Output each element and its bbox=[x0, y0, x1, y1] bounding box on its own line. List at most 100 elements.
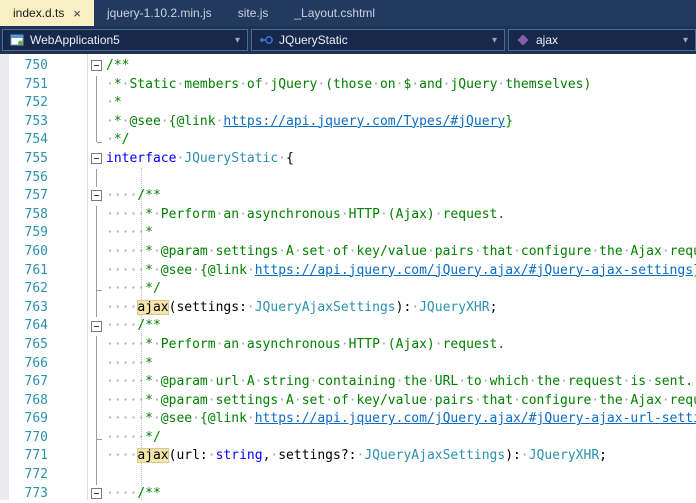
fold-guide bbox=[88, 466, 106, 485]
indicator-margin bbox=[0, 373, 9, 392]
code-text: ····/** bbox=[106, 317, 696, 336]
indicator-margin bbox=[0, 355, 9, 374]
code-text bbox=[106, 169, 696, 188]
code-line[interactable]: 760·····*·@param·settings·A·set·of·key/v… bbox=[0, 243, 696, 262]
tab--layout.cshtml[interactable]: _Layout.cshtml bbox=[281, 0, 388, 26]
selection-margin bbox=[48, 94, 88, 113]
line-number: 767 bbox=[9, 373, 48, 392]
code-text: ·*/ bbox=[106, 131, 696, 150]
indicator-margin bbox=[0, 336, 9, 355]
chevron-down-icon[interactable]: ▾ bbox=[486, 35, 497, 46]
fold-guide bbox=[88, 131, 106, 150]
code-line[interactable]: 768·····*·@param·settings·A·set·of·key/v… bbox=[0, 392, 696, 411]
fold-toggle-icon[interactable] bbox=[88, 187, 106, 206]
code-text: ·····*·Perform·an·asynchronous·HTTP·(Aja… bbox=[106, 336, 696, 355]
code-text: ·*·Static·members·of·jQuery·(those·on·$·… bbox=[106, 76, 696, 95]
code-line[interactable]: 762·····*/ bbox=[0, 280, 696, 299]
type-dropdown-value: JQueryStatic bbox=[279, 33, 348, 47]
fold-guide bbox=[88, 355, 106, 374]
fold-toggle-icon[interactable] bbox=[88, 57, 106, 76]
code-line[interactable]: 773····/** bbox=[0, 485, 696, 503]
code-text: ·····* bbox=[106, 355, 696, 374]
selection-margin bbox=[48, 150, 88, 169]
chevron-down-icon[interactable]: ▾ bbox=[229, 35, 240, 46]
chevron-down-icon[interactable]: ▾ bbox=[677, 35, 688, 46]
code-line[interactable]: 756 bbox=[0, 169, 696, 188]
indicator-margin bbox=[0, 299, 9, 318]
selection-margin bbox=[48, 447, 88, 466]
selection-margin bbox=[48, 131, 88, 150]
code-line[interactable]: 751·*·Static·members·of·jQuery·(those·on… bbox=[0, 76, 696, 95]
code-text: ····/** bbox=[106, 187, 696, 206]
code-text bbox=[106, 466, 696, 485]
tab-site.js[interactable]: site.js bbox=[225, 0, 282, 26]
code-editor[interactable]: 750 /**751·*·Static·members·of·jQuery·(th… bbox=[0, 54, 696, 500]
code-line[interactable]: 770·····*/ bbox=[0, 429, 696, 448]
code-text: ·* bbox=[106, 94, 696, 113]
code-line[interactable]: 763 ····ajax(settings:·JQueryAjaxSettings… bbox=[0, 299, 696, 318]
code-line[interactable]: 759·····* bbox=[0, 224, 696, 243]
code-line[interactable]: 764····/** bbox=[0, 317, 696, 336]
code-line[interactable]: 757····/** bbox=[0, 187, 696, 206]
code-line[interactable]: 769·····*·@see·{@link·https://api.jquery… bbox=[0, 410, 696, 429]
selection-margin bbox=[48, 373, 88, 392]
fold-guide bbox=[88, 94, 106, 113]
selection-margin bbox=[48, 280, 88, 299]
selection-margin bbox=[48, 262, 88, 281]
code-line[interactable]: 755interface·JQueryStatic·{ bbox=[0, 150, 696, 169]
code-line[interactable]: 753·*·@see·{@link·https://api.jquery.com… bbox=[0, 113, 696, 132]
selection-margin bbox=[48, 466, 88, 485]
project-icon bbox=[10, 33, 24, 47]
selection-margin bbox=[48, 206, 88, 225]
line-number: 750 bbox=[9, 57, 48, 76]
fold-guide bbox=[88, 280, 106, 299]
line-number: 756 bbox=[9, 169, 48, 188]
type-dropdown[interactable]: JQueryStatic ▾ bbox=[251, 29, 505, 51]
line-number: 766 bbox=[9, 355, 48, 374]
fold-guide bbox=[88, 224, 106, 243]
selection-margin bbox=[48, 317, 88, 336]
indicator-margin bbox=[0, 76, 9, 95]
code-line[interactable]: 772 bbox=[0, 466, 696, 485]
tab-jquery-1.10.2.min.js[interactable]: jquery-1.10.2.min.js bbox=[94, 0, 225, 26]
fold-guide bbox=[88, 262, 106, 281]
indicator-margin bbox=[0, 57, 9, 76]
member-dropdown[interactable]: ajax ▾ bbox=[508, 29, 696, 51]
line-number: 763 bbox=[9, 299, 48, 318]
code-lines: 750 /**751·*·Static·members·of·jQuery·(th… bbox=[0, 54, 696, 503]
code-text: ·····*·@see·{@link·https://api.jquery.co… bbox=[106, 410, 696, 429]
interface-icon bbox=[259, 33, 273, 47]
code-text: ·····* bbox=[106, 224, 696, 243]
indicator-margin bbox=[0, 447, 9, 466]
code-text: ·*·@see·{@link·https://api.jquery.com/Ty… bbox=[106, 113, 696, 132]
code-text: ····ajax(settings:·JQueryAjaxSettings):·… bbox=[106, 299, 696, 318]
vs-window: index.d.ts × jquery-1.10.2.min.js site.js _L… bbox=[0, 0, 696, 500]
tab-label: _Layout.cshtml bbox=[294, 6, 375, 20]
code-line[interactable]: 752·* bbox=[0, 94, 696, 113]
indicator-margin bbox=[0, 94, 9, 113]
indicator-margin bbox=[0, 466, 9, 485]
line-number: 762 bbox=[9, 280, 48, 299]
code-line[interactable]: 754·*/ bbox=[0, 131, 696, 150]
code-line[interactable]: 761·····*·@see·{@link·https://api.jquery… bbox=[0, 262, 696, 281]
indicator-margin bbox=[0, 485, 9, 503]
code-line[interactable]: 765·····*·Perform·an·asynchronous·HTTP·(… bbox=[0, 336, 696, 355]
code-line[interactable]: 766 ·····* bbox=[0, 355, 696, 374]
fold-toggle-icon[interactable] bbox=[88, 317, 106, 336]
code-line[interactable]: 767·····*·@param·url·A·string·containing… bbox=[0, 373, 696, 392]
tab-index.d.ts[interactable]: index.d.ts × bbox=[0, 0, 94, 26]
code-line[interactable]: 771····ajax(url:·string,·settings?:·JQue… bbox=[0, 447, 696, 466]
close-icon[interactable]: × bbox=[73, 7, 81, 20]
code-text: /** bbox=[106, 57, 696, 76]
code-line[interactable]: 758·····*·Perform·an·asynchronous·HTTP·(… bbox=[0, 206, 696, 225]
fold-toggle-icon[interactable] bbox=[88, 485, 106, 503]
project-dropdown[interactable]: WebApplication5 ▾ bbox=[2, 29, 248, 51]
tab-label: index.d.ts bbox=[13, 6, 64, 20]
tab-label: site.js bbox=[238, 6, 269, 20]
indicator-margin bbox=[0, 317, 9, 336]
code-line[interactable]: 750 /** bbox=[0, 57, 696, 76]
indicator-margin bbox=[0, 243, 9, 262]
fold-toggle-icon[interactable] bbox=[88, 150, 106, 169]
fold-guide bbox=[88, 410, 106, 429]
selection-margin bbox=[48, 57, 88, 76]
